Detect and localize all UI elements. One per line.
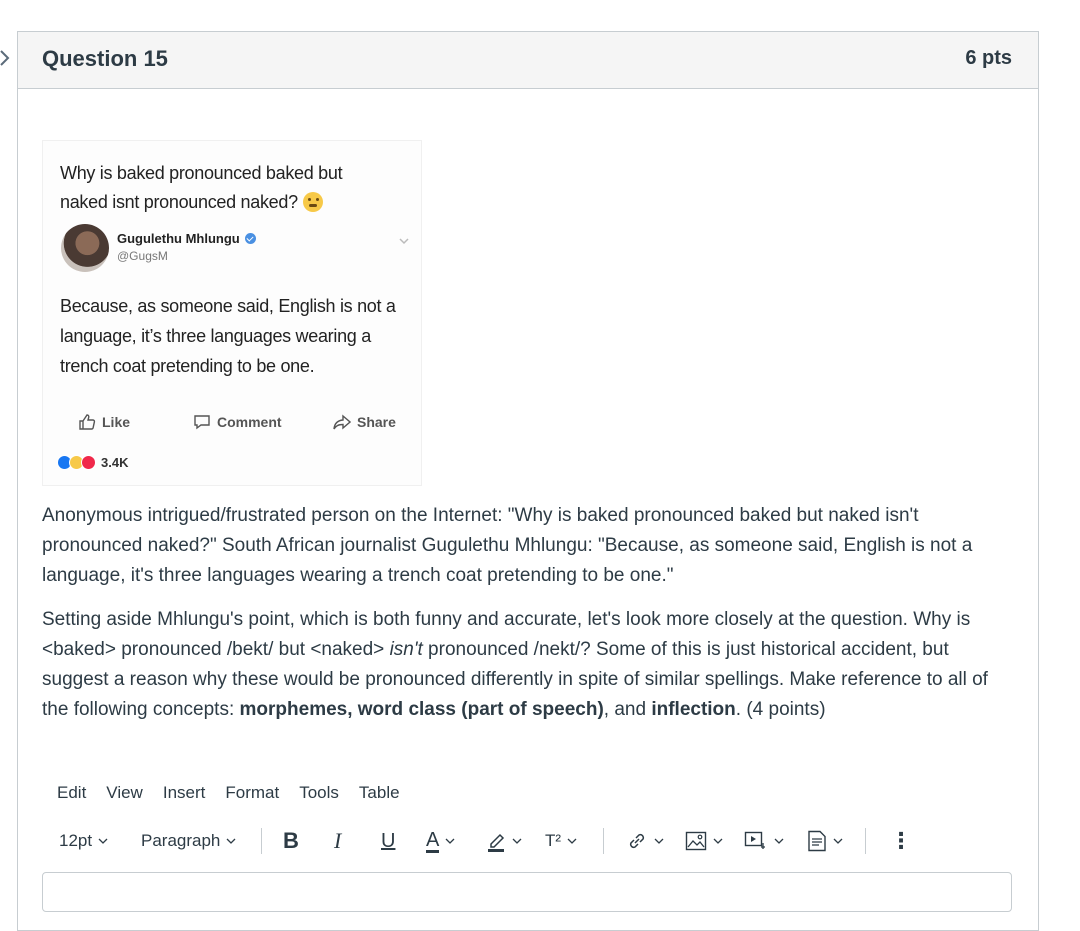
- verified-badge-icon: [244, 233, 256, 244]
- media-icon: [744, 831, 765, 849]
- more-options-button[interactable]: ⋮: [890, 822, 912, 860]
- like-action: Like: [78, 413, 130, 431]
- underline-icon: U: [381, 829, 396, 852]
- p2-concepts-1: morphemes, word class (part of speech): [239, 699, 604, 720]
- italic-icon: I: [334, 828, 342, 853]
- p2-emphasis: isn't: [389, 639, 423, 660]
- superscript-icon: T²: [545, 831, 562, 850]
- menu-edit[interactable]: Edit: [57, 783, 86, 803]
- editor-toolbar: 12pt Paragraph B I U A T² ⋮: [42, 822, 1012, 860]
- bold-icon: B: [283, 828, 299, 853]
- bold-button[interactable]: B: [283, 822, 299, 860]
- comment-action: Comment: [193, 413, 282, 431]
- chevron-down-icon: [654, 838, 664, 844]
- chevron-down-icon: [567, 838, 577, 844]
- image-button[interactable]: [685, 822, 723, 860]
- document-icon: [808, 830, 826, 852]
- reaction-summary: 3.4K: [57, 455, 128, 470]
- toolbar-divider: [603, 828, 604, 854]
- chevron-down-icon: [833, 838, 843, 844]
- font-color-button[interactable]: A: [426, 822, 455, 860]
- p2-concepts-2: inflection: [651, 699, 736, 720]
- block-format-select[interactable]: Paragraph: [141, 822, 236, 860]
- menu-insert[interactable]: Insert: [163, 783, 206, 803]
- menu-format[interactable]: Format: [225, 783, 279, 803]
- superscript-button[interactable]: T²: [545, 822, 577, 860]
- chevron-down-icon: [226, 838, 236, 844]
- font-size-value: 12pt: [59, 831, 93, 850]
- menu-table[interactable]: Table: [359, 783, 400, 803]
- question-title: Question 15: [42, 46, 168, 71]
- font-color-icon: A: [426, 828, 440, 853]
- image-icon: [685, 831, 707, 851]
- link-icon: [629, 833, 645, 849]
- media-button[interactable]: [744, 822, 784, 860]
- link-button[interactable]: [626, 822, 664, 860]
- chevron-down-icon: [713, 838, 723, 844]
- font-size-select[interactable]: 12pt: [59, 822, 108, 860]
- like-label: Like: [102, 414, 131, 430]
- block-format-value: Paragraph: [141, 831, 221, 850]
- toolbar-divider: [261, 828, 262, 854]
- chevron-down-icon: [512, 838, 522, 844]
- author-handle: @GugsM: [117, 249, 168, 263]
- p2-text-e: . (4 points): [735, 699, 826, 720]
- post-answer: Because, as someone said, English is not…: [60, 296, 396, 376]
- embedded-post-image: Why is baked pronounced baked but naked …: [42, 140, 422, 486]
- chevron-down-icon: [399, 238, 409, 245]
- post-question: Why is baked pronounced baked but naked …: [60, 159, 390, 217]
- reaction-count: 3.4K: [101, 455, 129, 470]
- rich-text-editor-area[interactable]: [42, 872, 1012, 912]
- toolbar-divider: [865, 828, 866, 854]
- highlight-color-button[interactable]: [486, 822, 522, 860]
- chevron-down-icon: [774, 838, 784, 844]
- author-name-text: Gugulethu Mhlungu: [117, 231, 240, 246]
- thumbs-up-icon: [79, 414, 96, 430]
- avatar: [61, 224, 109, 272]
- chevron-down-icon: [98, 838, 108, 844]
- highlighter-icon: [488, 833, 505, 852]
- editor-menubar: Edit View Insert Format Tools Table: [57, 783, 400, 803]
- post-actions: Like Comment Share: [78, 413, 408, 435]
- menu-tools[interactable]: Tools: [299, 783, 339, 803]
- question-paragraph-2: Setting aside Mhlungu's point, which is …: [42, 605, 1017, 725]
- share-label: Share: [357, 414, 396, 430]
- author-name: Gugulethu Mhlungu: [117, 231, 256, 246]
- question-paragraph-1: Anonymous intrigued/frustrated person on…: [42, 505, 973, 586]
- p2-text-d: , and: [603, 699, 652, 720]
- share-icon: [333, 414, 351, 430]
- chevron-down-icon: [445, 838, 455, 844]
- underline-button[interactable]: U: [381, 822, 395, 860]
- more-icon: ⋮: [890, 828, 912, 853]
- post-question-text: Why is baked pronounced baked but naked …: [60, 163, 343, 212]
- question-points: 6 pts: [965, 47, 1012, 69]
- document-button[interactable]: [807, 822, 843, 860]
- love-reaction-icon: [81, 455, 96, 470]
- share-action: Share: [333, 413, 396, 431]
- collapse-arrow-icon[interactable]: [0, 50, 10, 66]
- italic-button[interactable]: I: [334, 822, 341, 860]
- question-header: Question 15 6 pts: [18, 32, 1038, 89]
- comment-icon: [194, 415, 210, 430]
- comment-label: Comment: [217, 414, 282, 430]
- thinking-emoji-icon: [302, 192, 323, 212]
- menu-view[interactable]: View: [106, 783, 143, 803]
